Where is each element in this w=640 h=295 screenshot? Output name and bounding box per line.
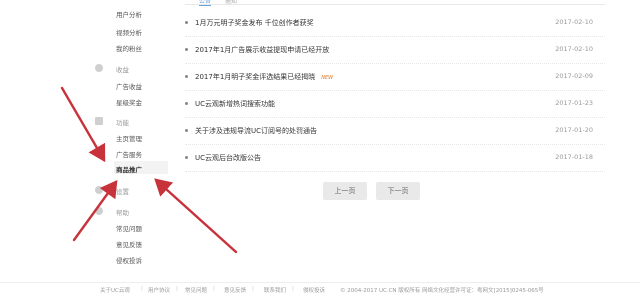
bullet-icon — [185, 48, 188, 51]
bullet-icon — [185, 75, 188, 78]
footer-link-feedback[interactable]: 意见反馈 — [224, 286, 246, 294]
footer-link-faq[interactable]: 常见问题 — [185, 286, 207, 294]
sidebar: 用户分析 视频分析 我的粉丝 收益 广告收益 星级奖金 功能 主页管理 广告服务… — [86, 0, 168, 270]
sidebar-group-function: 功能 — [116, 119, 129, 127]
sidebar-item-my-fans[interactable]: 我的粉丝 — [116, 43, 142, 53]
sidebar-group-settings[interactable]: 设置 — [116, 186, 129, 196]
footer-link-agreement[interactable]: 用户协议 — [148, 286, 170, 294]
footer-separator: | — [292, 286, 294, 292]
notice-title[interactable]: 1月万元明子奖金发布 千位创作者获奖 — [195, 18, 314, 28]
copyright-text: © 2004-2017 UC.CN 版权所有 网络文化经营许可证：粤网文[201… — [340, 288, 544, 294]
footer: 关于UC云观 | 用户协议 | 常见问题 | 意见反馈 | 联系我们 | 侵权投… — [0, 282, 640, 295]
sidebar-item-ad-service[interactable]: 广告服务 — [116, 149, 142, 159]
footer-separator: | — [176, 286, 178, 292]
list-item[interactable]: 2017年1月明子奖金评选结果已经揭晓 NEW 2017-02-09 — [185, 64, 605, 91]
sidebar-item-faq[interactable]: 常见问题 — [116, 223, 142, 233]
footer-link-contact[interactable]: 联系我们 — [264, 286, 286, 294]
list-item[interactable]: UC云观后台改版公告 2017-01-18 — [185, 145, 605, 172]
sidebar-group-help: 帮助 — [116, 209, 129, 217]
list-item[interactable]: UC云观新增热词搜索功能 2017-01-23 — [185, 91, 605, 118]
notice-title[interactable]: 2017年1月明子奖金评选结果已经揭晓 NEW — [195, 72, 333, 82]
tab-announcements[interactable]: 公告 — [199, 0, 212, 6]
notice-title[interactable]: UC云观新增热词搜索功能 — [195, 99, 275, 109]
sidebar-item-star-bonus[interactable]: 星级奖金 — [116, 97, 142, 107]
income-icon — [95, 64, 103, 72]
next-page-button[interactable]: 下一页 — [376, 182, 420, 200]
sidebar-item-homepage-manage[interactable]: 主页管理 — [116, 133, 142, 143]
notice-tabs: 公告 通知 — [185, 0, 605, 6]
notice-date: 2017-01-20 — [555, 126, 593, 134]
sidebar-item-product-promotion[interactable]: 商品推广 — [116, 164, 142, 174]
notice-title[interactable]: 关于涉及违规导流UC订阅号的处罚通告 — [195, 126, 317, 136]
footer-separator: | — [213, 286, 215, 292]
list-item[interactable]: 1月万元明子奖金发布 千位创作者获奖 2017-02-10 — [185, 10, 605, 37]
sidebar-item-ad-income[interactable]: 广告收益 — [116, 81, 142, 91]
bullet-icon — [185, 156, 188, 159]
notice-date: 2017-02-10 — [555, 18, 593, 26]
footer-separator: | — [141, 286, 143, 292]
tab-notifications[interactable]: 通知 — [225, 0, 237, 5]
notice-date: 2017-02-10 — [555, 45, 593, 53]
bullet-icon — [185, 129, 188, 132]
settings-icon — [95, 186, 103, 194]
sidebar-item-feedback[interactable]: 意见反馈 — [116, 239, 142, 249]
sidebar-item-video-analysis[interactable]: 视频分析 — [116, 27, 142, 37]
notice-date: 2017-01-18 — [555, 153, 593, 161]
notice-title-text[interactable]: 2017年1月明子奖金评选结果已经揭晓 — [195, 73, 315, 81]
help-icon — [95, 207, 103, 215]
prev-page-button[interactable]: 上一页 — [323, 182, 367, 200]
notice-title[interactable]: UC云观后台改版公告 — [195, 153, 261, 163]
notice-date: 2017-01-23 — [555, 99, 593, 107]
footer-link-about[interactable]: 关于UC云观 — [100, 286, 130, 294]
new-badge: NEW — [321, 75, 334, 81]
sidebar-item-infringement[interactable]: 侵权投诉 — [116, 255, 142, 265]
list-item[interactable]: 2017年1月广告展示收益提现申请已经开放 2017-02-10 — [185, 37, 605, 64]
notice-title[interactable]: 2017年1月广告展示收益提现申请已经开放 — [195, 45, 329, 55]
function-icon — [95, 117, 103, 125]
notice-date: 2017-02-09 — [555, 72, 593, 80]
sidebar-group-income: 收益 — [116, 66, 129, 74]
footer-separator: | — [252, 286, 254, 292]
bullet-icon — [185, 21, 188, 24]
bullet-icon — [185, 102, 188, 105]
arrow-from-right — [154, 178, 238, 254]
sidebar-item-user-analysis[interactable]: 用户分析 — [116, 9, 142, 19]
footer-link-infringement[interactable]: 侵权投诉 — [303, 286, 325, 294]
list-item[interactable]: 关于涉及违规导流UC订阅号的处罚通告 2017-01-20 — [185, 118, 605, 145]
